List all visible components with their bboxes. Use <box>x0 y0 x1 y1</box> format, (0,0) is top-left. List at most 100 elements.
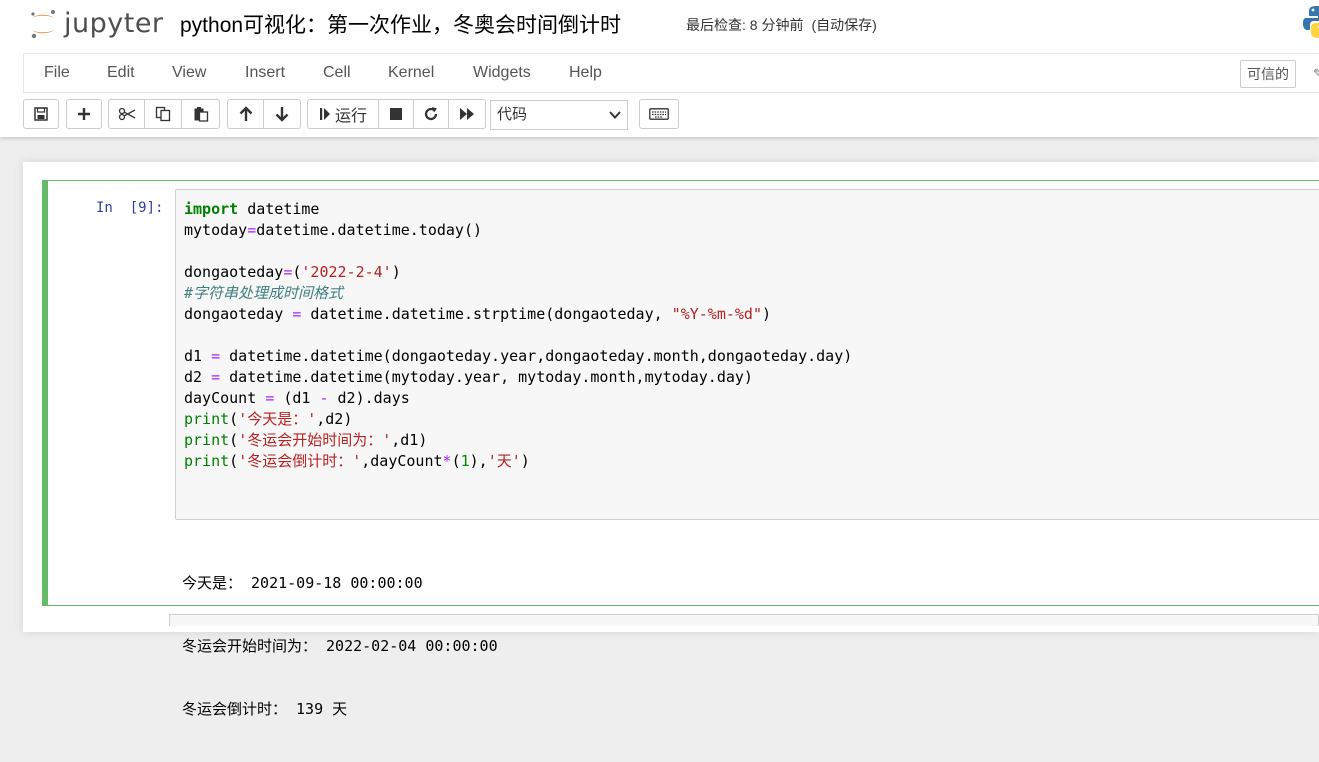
code-token: d2).days <box>328 389 410 407</box>
copy-icon <box>155 106 171 122</box>
code-line: print('冬运会倒计时：',dayCount*(1),'天') <box>184 451 852 472</box>
notebook-title[interactable]: python可视化：第一次作业，冬奥会时间倒计时 <box>180 9 621 39</box>
code-token: d2 <box>184 368 212 386</box>
code-line: #字符串处理成时间格式 <box>184 283 852 304</box>
menu-file[interactable]: File <box>44 64 70 82</box>
code-token: ,d2) <box>316 410 353 428</box>
menu-insert[interactable]: Insert <box>245 64 285 82</box>
code-token: datetime.datetime.today() <box>256 221 483 239</box>
code-line: print('今天是：',d2) <box>184 409 852 430</box>
code-token: print <box>184 452 230 470</box>
code-token: dongaoteday <box>184 263 284 281</box>
arrow-up-icon <box>239 106 252 121</box>
checkpoint-status: 最后检查: 8 分钟前 (自动保存) <box>686 15 877 35</box>
restart-kernel-button[interactable] <box>413 99 449 129</box>
code-token: d1 <box>184 347 212 365</box>
cell-output: 今天是： 2021-09-18 00:00:00 冬运会开始时间为： 2022-… <box>182 531 498 762</box>
cell-type-select[interactable]: 代码 <box>490 100 628 130</box>
code-token: '冬运会倒计时：' <box>238 452 362 470</box>
move-down-button[interactable] <box>263 99 301 129</box>
fast-forward-icon <box>460 108 474 120</box>
code-token: datetime <box>238 200 320 218</box>
output-line: 冬运会倒计时： 139 天 <box>182 700 348 718</box>
menu-edit[interactable]: Edit <box>107 64 135 82</box>
run-button-label: 运行 <box>334 108 367 125</box>
scissors-icon <box>118 107 135 121</box>
code-line: dongaoteday = datetime.datetime.strptime… <box>184 304 852 325</box>
code-token: dayCount <box>184 389 266 407</box>
code-token: datetime.datetime(dongaoteday.year,donga… <box>220 347 853 365</box>
code-token: - <box>319 389 329 407</box>
code-editor[interactable]: import datetime mytoday=datetime.datetime… <box>175 189 1319 520</box>
code-token: ) <box>391 263 401 281</box>
refresh-icon <box>424 107 438 121</box>
code-token: = <box>211 347 221 365</box>
code-line: dayCount = (d1 - d2).days <box>184 388 852 409</box>
restart-run-all-button[interactable] <box>448 99 486 129</box>
menu-kernel[interactable]: Kernel <box>388 64 434 82</box>
code-token: "%Y-%m-%d" <box>671 305 762 323</box>
interrupt-kernel-button[interactable] <box>378 99 414 129</box>
header-top-bar: jupyter python可视化：第一次作业，冬奥会时间倒计时 最后检查: 8… <box>0 0 1319 52</box>
toolbar: 运行 代码 <box>0 97 1319 133</box>
jupyter-logo[interactable]: jupyter <box>28 6 168 42</box>
code-token: datetime.datetime.strptime(dongaoteday, <box>301 305 672 323</box>
next-code-cell[interactable] <box>169 614 1319 626</box>
trusted-indicator[interactable]: 可信的 <box>1240 60 1296 88</box>
save-icon <box>34 107 48 121</box>
menu-view[interactable]: View <box>172 64 206 82</box>
menu-cell[interactable]: Cell <box>323 64 351 82</box>
step-forward-icon <box>319 108 330 120</box>
code-token: ( <box>451 452 461 470</box>
code-token: ), <box>469 452 488 470</box>
code-line: dongaoteday=('2022-2-4') <box>184 262 852 283</box>
code-token: ,d1) <box>391 431 428 449</box>
output-line: 今天是： 2021-09-18 00:00:00 <box>182 574 423 592</box>
cell-type-value: 代码 <box>497 106 528 123</box>
code-token: #字符串处理成时间格式 <box>184 284 344 302</box>
arrow-down-icon <box>275 107 289 122</box>
code-token: dongaoteday <box>184 305 293 323</box>
keyboard-icon <box>649 108 669 120</box>
notebook-header: jupyter python可视化：第一次作业，冬奥会时间倒计时 最后检查: 8… <box>0 0 1319 137</box>
checkpoint-text: 最后检查: 8 分钟前 <box>686 17 804 33</box>
code-token: ( <box>229 410 239 428</box>
pencil-icon[interactable]: ✎ <box>1313 66 1319 82</box>
code-token: = <box>211 368 221 386</box>
code-token: datetime.datetime(mytoday.year, mytoday.… <box>220 368 753 386</box>
code-line: import datetime <box>184 199 852 220</box>
menu-widgets[interactable]: Widgets <box>473 64 531 82</box>
code-token: = <box>265 389 275 407</box>
command-palette-button[interactable] <box>639 99 679 129</box>
run-button[interactable]: 运行 <box>307 99 379 129</box>
menu-help[interactable]: Help <box>569 64 602 82</box>
code-token: ,dayCount <box>361 452 443 470</box>
paste-button[interactable] <box>181 99 220 129</box>
autosave-status: (自动保存) <box>811 17 877 33</box>
code-token: '2022-2-4' <box>301 263 392 281</box>
code-token: '天' <box>487 452 521 470</box>
code-line: mytoday=datetime.datetime.today() <box>184 220 852 241</box>
code-token: ( <box>229 431 239 449</box>
python-logo-icon <box>1303 6 1319 38</box>
insert-cell-button[interactable] <box>66 99 102 129</box>
stop-icon <box>390 108 402 120</box>
save-button[interactable] <box>23 99 59 129</box>
move-up-button[interactable] <box>227 99 264 129</box>
chevron-down-icon <box>609 111 621 119</box>
notebook-container: In [9]: import datetime mytoday=datetime.… <box>23 162 1319 718</box>
code-cell[interactable]: In [9]: import datetime mytoday=datetime.… <box>42 180 1319 718</box>
code-line: d1 = datetime.datetime(dongaoteday.year,… <box>184 346 852 367</box>
code-token: (d1 <box>274 389 320 407</box>
code-line: d2 = datetime.datetime(mytoday.year, myt… <box>184 367 852 388</box>
menu-bar: File Edit View Insert Cell Kernel Widget… <box>23 53 1319 93</box>
code-token: = <box>247 221 257 239</box>
copy-button[interactable] <box>144 99 182 129</box>
code-token: '冬运会开始时间为：' <box>238 431 392 449</box>
code-token: 1 <box>460 452 470 470</box>
code-token: print <box>184 410 230 428</box>
output-line: 冬运会开始时间为： 2022-02-04 00:00:00 <box>182 637 498 655</box>
cut-button[interactable] <box>108 99 145 129</box>
code-token: print <box>184 431 230 449</box>
